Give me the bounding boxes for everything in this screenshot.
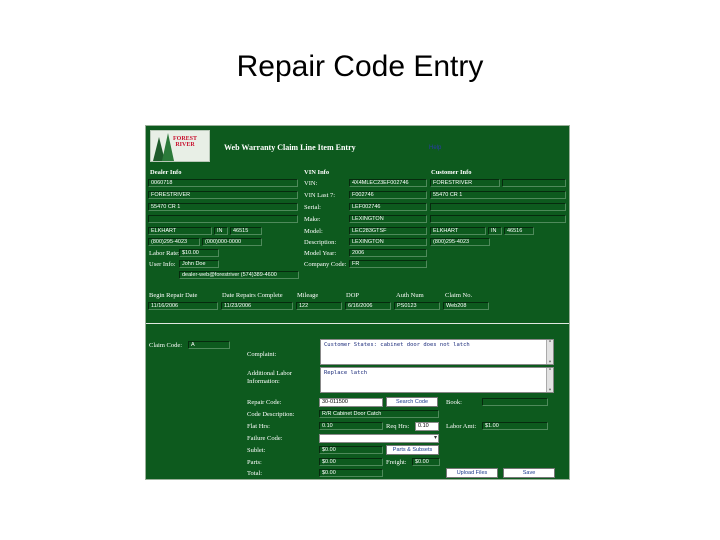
search-code-button[interactable]: Search Code: [386, 397, 438, 407]
claim-no-field: Web208: [443, 302, 489, 310]
labor-amt-field: $1.00: [482, 422, 548, 430]
auth-num-label: Auth Num: [396, 292, 424, 299]
customer-address2-field: [430, 203, 566, 211]
vin-field: 4X4MLEC23EF002746: [349, 179, 427, 187]
labor-amt-label: Labor Amt:: [446, 423, 477, 430]
parts-label: Parts:: [247, 459, 262, 466]
forest-river-logo: FOREST RIVER: [150, 130, 210, 162]
claim-no-label: Claim No.: [445, 292, 473, 299]
logo-text: FOREST RIVER: [173, 136, 198, 148]
sublet-label: Sublet:: [247, 447, 266, 454]
req-hrs-label: Req Hrs:: [386, 423, 410, 430]
code-description-field: R/R Cabinet Door Catch: [319, 410, 439, 418]
dealer-info-heading: Dealer Info: [150, 169, 182, 176]
auth-num-field: PS0123: [394, 302, 440, 310]
user-name-field: John Doe: [179, 260, 219, 268]
make-field: LEXINGTON: [349, 215, 427, 223]
dealer-phone-field: (800)295-4023: [148, 238, 200, 246]
user-email-field: dealer-web@forestriver (574)389-4600: [179, 271, 299, 279]
repair-code-input[interactable]: 30-011500: [319, 398, 383, 407]
dealer-state-field: IN: [214, 227, 228, 235]
serial-label: Serial:: [304, 204, 321, 211]
req-hrs-input[interactable]: 0.10: [415, 422, 439, 431]
claim-code-field: A: [188, 341, 230, 349]
repair-code-label: Repair Code:: [247, 399, 282, 406]
customer-name-field: FORESTRIVER: [430, 179, 500, 187]
additional-labor-textarea[interactable]: Replace latch: [320, 367, 554, 393]
complaint-scrollbar[interactable]: [546, 340, 553, 364]
parts-subsets-button[interactable]: Parts & Subsets: [386, 445, 439, 455]
company-code-field: FR: [349, 260, 427, 268]
begin-repair-date-field: 11/16/2006: [148, 302, 218, 310]
customer-address3-field: [430, 215, 566, 223]
upload-files-button[interactable]: Upload Files: [446, 468, 498, 478]
dop-field: 6/16/2006: [345, 302, 391, 310]
customer-phone-field: (800)295-4023: [430, 238, 490, 246]
mileage-label: Mileage: [297, 292, 319, 299]
model-year-label: Model Year:: [304, 250, 337, 257]
parts-field: $0.00: [319, 458, 383, 466]
flat-hrs-label: Flat Hrs:: [247, 423, 270, 430]
slide-title: Repair Code Entry: [236, 50, 484, 83]
vin-info-heading: VIN Info: [304, 169, 330, 176]
save-button[interactable]: Save: [503, 468, 555, 478]
warranty-form-panel: FOREST RIVER Web Warranty Claim Line Ite…: [145, 125, 570, 480]
model-year-field: 2006: [349, 249, 427, 257]
description-label: Description:: [304, 239, 337, 246]
section-divider: [146, 323, 569, 324]
user-info-label: User Info:: [149, 261, 176, 268]
dealer-number-field: 0060718: [148, 179, 298, 187]
customer-zip-field: 46516: [504, 227, 534, 235]
description-field: LEXINGTON: [349, 238, 427, 246]
vin-last7-field: F002746: [349, 191, 427, 199]
customer-state-field: IN: [488, 227, 502, 235]
date-repairs-complete-field: 11/23/2006: [221, 302, 293, 310]
code-description-label: Code Description:: [247, 411, 295, 418]
model-field: LEC283GTSF: [349, 227, 427, 235]
customer-info-heading: Customer Info: [431, 169, 472, 176]
dop-label: DOP: [346, 292, 360, 299]
model-label: Model:: [304, 228, 323, 235]
additional-labor-label: Additional Labor: [247, 370, 292, 377]
company-code-label: Company Code:: [304, 261, 347, 268]
serial-field: LEF002746: [349, 203, 427, 211]
additional-labor-text: Replace latch: [324, 370, 368, 376]
dealer-address2-field: [148, 215, 298, 223]
additional-labor-label-2: Information:: [247, 378, 280, 385]
dealer-city-field: ELKHART: [148, 227, 212, 235]
complaint-text: Customer States: cabinet door does not l…: [324, 342, 470, 348]
dealer-name-field: FORESTRIVER: [148, 191, 298, 199]
failure-code-label: Failure Code:: [247, 435, 283, 442]
make-label: Make:: [304, 216, 321, 223]
freight-label: Freight:: [386, 459, 407, 466]
date-repairs-complete-label: Date Repairs Complete: [222, 292, 283, 299]
total-field: $0.00: [319, 469, 383, 477]
complaint-textarea[interactable]: Customer States: cabinet door does not l…: [320, 339, 554, 365]
additional-labor-scrollbar[interactable]: [546, 368, 553, 392]
customer-address-field: 55470 CR 1: [430, 191, 566, 199]
dealer-address-field: 55470 CR 1: [148, 203, 298, 211]
customer-city-field: ELKHART: [430, 227, 486, 235]
begin-repair-date-label: Begin Repair Date: [149, 292, 198, 299]
vin-last7-label: VIN Last 7:: [304, 192, 336, 199]
customer-name2-field: [502, 179, 566, 187]
labor-rate-field: $10.00: [179, 249, 219, 257]
failure-code-select[interactable]: [319, 434, 439, 443]
total-label: Total:: [247, 470, 263, 477]
vin-label: VIN:: [304, 180, 318, 187]
book-field: [482, 398, 548, 406]
help-link[interactable]: Help: [429, 145, 441, 151]
mileage-field: 122: [296, 302, 342, 310]
dealer-fax-field: (000)000-0000: [202, 238, 262, 246]
complaint-label: Complaint:: [247, 351, 277, 358]
flat-hrs-field: 0.10: [319, 422, 383, 430]
freight-field: $0.00: [412, 458, 440, 466]
claim-code-label: Claim Code:: [149, 342, 183, 349]
form-title: Web Warranty Claim Line Item Entry: [224, 143, 356, 152]
dealer-zip-field: 46515: [230, 227, 262, 235]
labor-rate-label: Labor Rate:: [149, 250, 180, 257]
sublet-field: $0.00: [319, 446, 383, 454]
book-label: Book:: [446, 399, 462, 406]
